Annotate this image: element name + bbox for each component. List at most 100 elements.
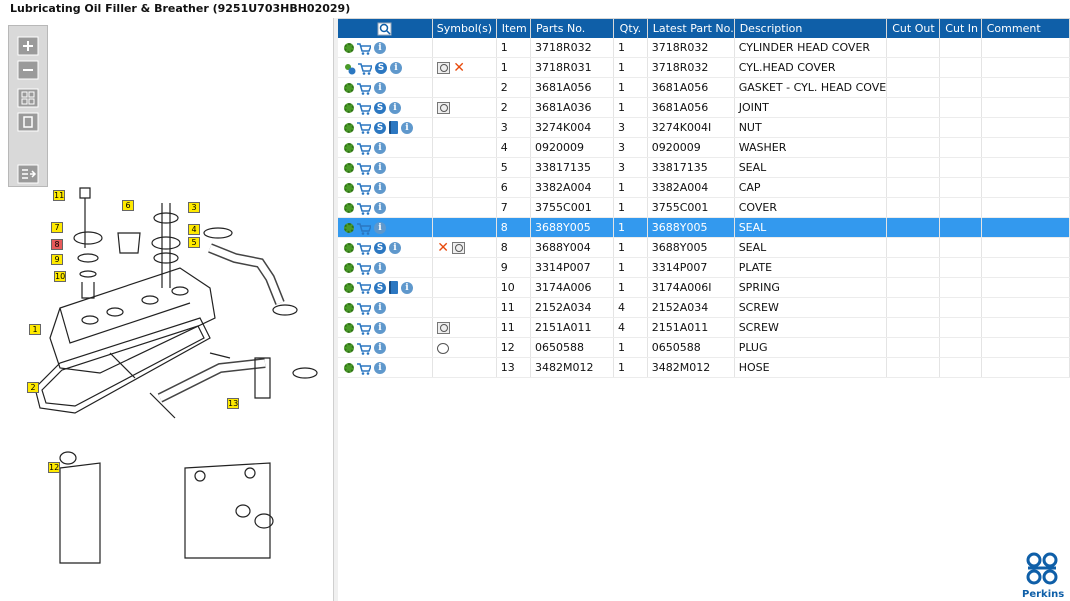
label-11[interactable]: 11 bbox=[53, 190, 65, 201]
component-gear-icon[interactable] bbox=[344, 263, 354, 273]
add-to-cart-icon[interactable] bbox=[357, 162, 373, 175]
label-9[interactable]: 9 bbox=[51, 254, 63, 265]
header-parts-no[interactable]: Parts No. bbox=[530, 19, 615, 38]
info-icon[interactable]: i bbox=[390, 62, 402, 74]
supersession-icon[interactable]: S bbox=[374, 242, 386, 254]
info-icon[interactable]: i bbox=[374, 362, 386, 374]
info-icon[interactable]: i bbox=[374, 82, 386, 94]
supersession-icon[interactable]: S bbox=[374, 121, 386, 134]
table-row[interactable]: i 2 3681A056 1 3681A056 GASKET - CYL. HEAD CO… bbox=[338, 77, 1070, 98]
zoom-view-icon[interactable] bbox=[437, 322, 451, 334]
component-gear-icon[interactable] bbox=[344, 282, 354, 293]
header-item[interactable]: Item bbox=[496, 19, 532, 38]
obsolete-x-icon[interactable]: ✕ bbox=[437, 241, 449, 255]
info-icon[interactable]: i bbox=[374, 222, 386, 234]
label-7[interactable]: 7 bbox=[51, 222, 63, 233]
table-row[interactable]: i 12 0650588 1 0650588 PLUG bbox=[338, 337, 1070, 358]
component-gear-icon[interactable] bbox=[344, 163, 354, 173]
component-gear-icon[interactable] bbox=[344, 243, 354, 253]
label-13[interactable]: 13 bbox=[227, 398, 239, 409]
supersession-icon[interactable]: S bbox=[374, 281, 386, 294]
supersession-icon[interactable]: S bbox=[374, 102, 386, 114]
add-to-cart-icon[interactable] bbox=[358, 62, 374, 75]
label-1[interactable]: 1 bbox=[29, 324, 41, 335]
header-actions[interactable] bbox=[338, 19, 434, 38]
header-qty[interactable]: Qty. bbox=[613, 19, 648, 38]
component-gear-icon[interactable] bbox=[344, 143, 354, 153]
obsolete-x-icon[interactable]: ✕ bbox=[453, 61, 465, 75]
table-row[interactable]: Si 3 3274K004 3 3274K004I NUT bbox=[338, 117, 1070, 138]
add-to-cart-icon[interactable] bbox=[357, 282, 373, 295]
table-row[interactable]: i 4 0920009 3 0920009 WASHER bbox=[338, 137, 1070, 158]
header-latest-part-no[interactable]: Latest Part No. bbox=[647, 19, 735, 38]
add-to-cart-icon[interactable] bbox=[357, 182, 373, 195]
zoom-view-icon[interactable] bbox=[451, 242, 465, 254]
info-icon[interactable]: i bbox=[374, 182, 386, 194]
table-row[interactable]: i 5 33817135 3 33817135 SEAL bbox=[338, 157, 1070, 178]
add-to-cart-icon[interactable] bbox=[357, 362, 373, 375]
info-icon[interactable]: i bbox=[374, 322, 386, 334]
header-description[interactable]: Description bbox=[734, 19, 888, 38]
component-gear-icon[interactable] bbox=[344, 303, 354, 313]
component-gear-icon[interactable] bbox=[344, 343, 354, 353]
info-icon[interactable]: i bbox=[374, 262, 386, 274]
info-icon[interactable]: i bbox=[389, 102, 401, 114]
label-4[interactable]: 4 bbox=[188, 224, 200, 235]
table-row[interactable]: Si 10 3174A006 1 3174A006I SPRING bbox=[338, 277, 1070, 298]
component-gear-icon[interactable] bbox=[344, 363, 354, 373]
info-icon[interactable]: i bbox=[374, 42, 386, 54]
component-gear-icon[interactable] bbox=[344, 203, 354, 213]
label-5[interactable]: 5 bbox=[188, 237, 200, 248]
header-comment[interactable]: Comment bbox=[981, 19, 1070, 38]
component-gear-icon[interactable] bbox=[344, 103, 354, 113]
table-row[interactable]: i 1 3718R032 1 3718R032 CYLINDER HEAD COVER bbox=[338, 38, 1070, 58]
add-to-cart-icon[interactable] bbox=[357, 122, 373, 135]
component-gear-icon[interactable] bbox=[344, 223, 354, 233]
label-3[interactable]: 3 bbox=[188, 202, 200, 213]
diagram-pane[interactable]: 11 7 8 9 10 6 3 4 5 1 2 13 12 bbox=[0, 18, 334, 601]
add-to-cart-icon[interactable] bbox=[357, 142, 373, 155]
label-2[interactable]: 2 bbox=[27, 382, 39, 393]
table-row[interactable]: i 9 3314P007 1 3314P007 PLATE bbox=[338, 257, 1070, 278]
table-row[interactable]: i 8 3688Y005 1 3688Y005 SEAL bbox=[338, 217, 1070, 238]
note-icon[interactable] bbox=[437, 342, 450, 354]
table-row[interactable]: Si 2 3681A036 1 3681A056 JOINT bbox=[338, 97, 1070, 118]
table-row[interactable]: i 7 3755C001 1 3755C001 COVER bbox=[338, 197, 1070, 218]
header-cut-in[interactable]: Cut In bbox=[939, 19, 982, 38]
component-gear-icon[interactable] bbox=[344, 323, 354, 333]
table-row[interactable]: Si ✕ 8 3688Y004 1 3688Y005 SEAL bbox=[338, 237, 1070, 258]
table-row[interactable]: Si ✕ 1 3718R031 1 3718R032 CYL.HEAD COVER bbox=[338, 57, 1070, 78]
info-icon[interactable]: i bbox=[374, 342, 386, 354]
add-to-cart-icon[interactable] bbox=[357, 302, 373, 315]
info-icon[interactable]: i bbox=[389, 242, 401, 254]
label-6[interactable]: 6 bbox=[122, 200, 134, 211]
supersession-icon[interactable]: S bbox=[375, 62, 387, 74]
add-to-cart-icon[interactable] bbox=[357, 82, 373, 95]
assembly-gears-icon[interactable] bbox=[344, 63, 356, 74]
add-to-cart-icon[interactable] bbox=[357, 222, 373, 235]
table-row[interactable]: i 11 2151A011 4 2151A011 SCREW bbox=[338, 317, 1070, 338]
add-to-cart-icon[interactable] bbox=[357, 242, 373, 255]
component-gear-icon[interactable] bbox=[344, 83, 354, 93]
add-to-cart-icon[interactable] bbox=[357, 342, 373, 355]
add-to-cart-icon[interactable] bbox=[357, 202, 373, 215]
header-cut-out[interactable]: Cut Out bbox=[886, 19, 941, 38]
component-gear-icon[interactable] bbox=[344, 43, 354, 53]
add-to-cart-icon[interactable] bbox=[357, 102, 373, 115]
table-row[interactable]: i 11 2152A034 4 2152A034 SCREW bbox=[338, 297, 1070, 318]
info-icon[interactable]: i bbox=[374, 202, 386, 214]
service-book-icon[interactable] bbox=[389, 281, 398, 295]
zoom-view-icon[interactable] bbox=[437, 102, 451, 114]
table-row[interactable]: i 13 3482M012 1 3482M012 HOSE bbox=[338, 357, 1070, 378]
info-icon[interactable]: i bbox=[401, 281, 413, 294]
add-to-cart-icon[interactable] bbox=[357, 262, 373, 275]
add-to-cart-icon[interactable] bbox=[357, 42, 373, 55]
service-book-icon[interactable] bbox=[389, 121, 398, 135]
info-icon[interactable]: i bbox=[374, 142, 386, 154]
component-gear-icon[interactable] bbox=[344, 183, 354, 193]
label-10[interactable]: 10 bbox=[54, 271, 66, 282]
header-symbols[interactable]: Symbol(s) bbox=[432, 19, 497, 38]
component-gear-icon[interactable] bbox=[344, 122, 354, 133]
add-to-cart-icon[interactable] bbox=[357, 322, 373, 335]
info-icon[interactable]: i bbox=[374, 302, 386, 314]
